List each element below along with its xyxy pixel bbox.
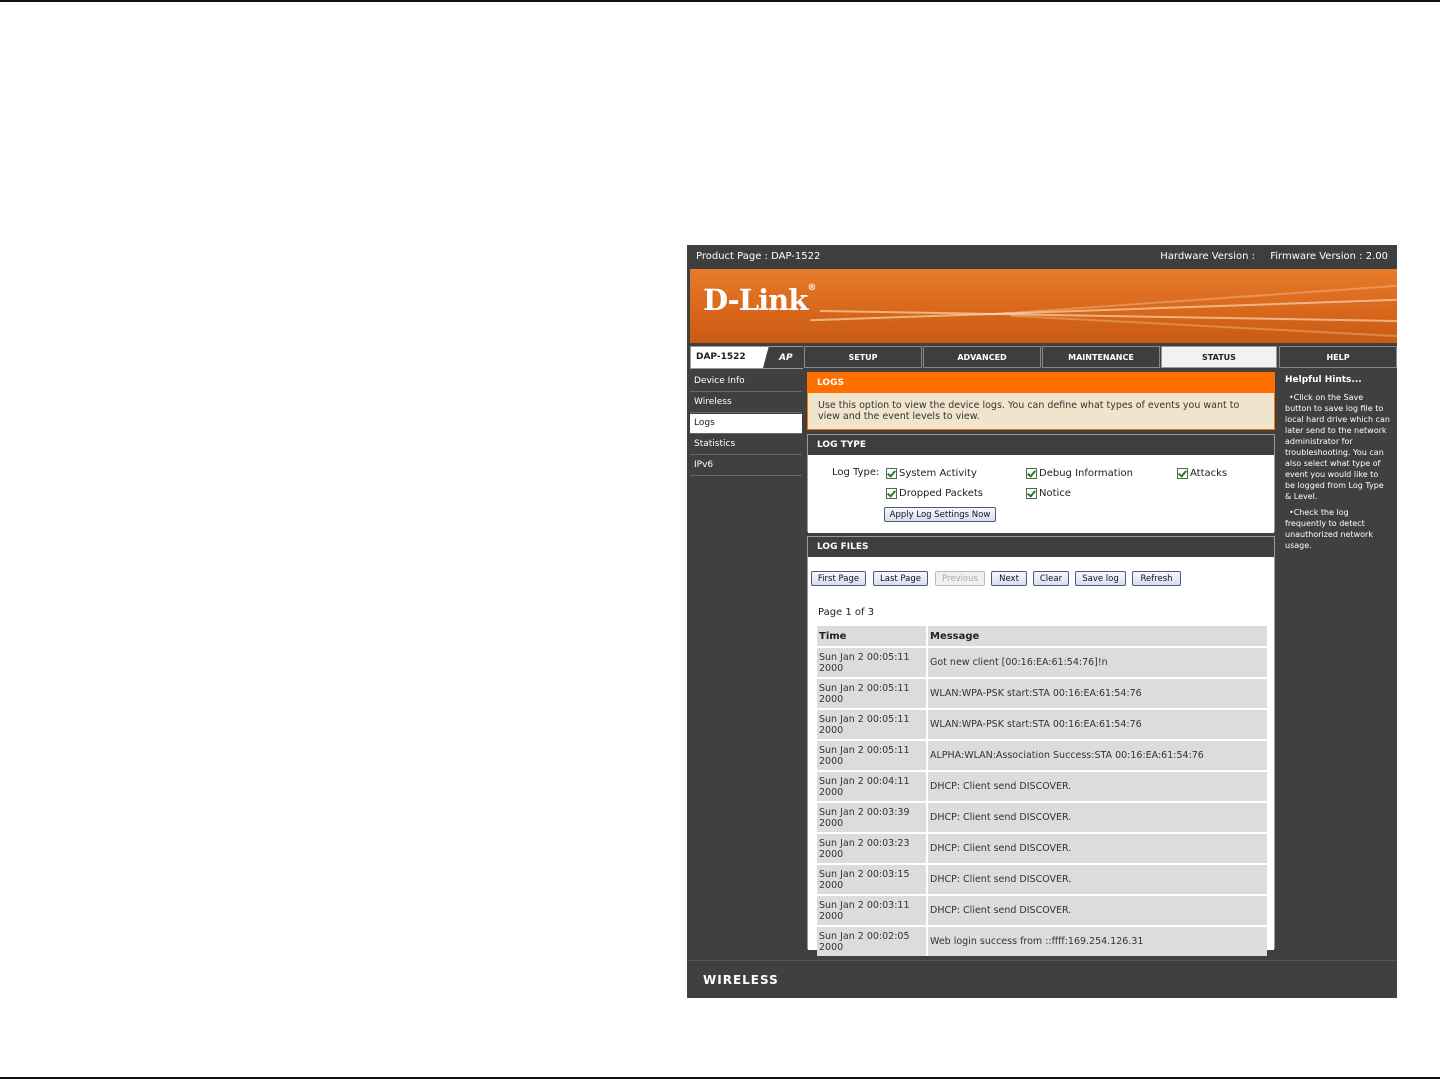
brand-banner: D-Link®: [690, 269, 1397, 343]
previous-button[interactable]: Previous: [935, 571, 985, 586]
checkbox-checked-icon: [886, 488, 897, 499]
log-message: DHCP: Client send DISCOVER.: [928, 865, 1267, 894]
tab-setup[interactable]: SETUP: [804, 346, 922, 368]
main-content: LOGS Use this option to view the device …: [807, 372, 1275, 956]
table-row: Sun Jan 2 00:05:11 2000 Got new client [0…: [817, 648, 1267, 677]
logs-intro-panel: LOGS Use this option to view the device …: [807, 372, 1275, 430]
model-mode: AP: [779, 353, 793, 363]
log-files-panel: LOG FILES First Page Last Page Previous …: [807, 536, 1275, 956]
table-row: Sun Jan 2 00:03:23 2000 DHCP: Client send…: [817, 834, 1267, 863]
table-row: Sun Jan 2 00:02:05 2000 Web login success…: [817, 927, 1267, 956]
log-time: Sun Jan 2 00:03:23 2000: [817, 834, 928, 863]
logs-title: LOGS: [808, 373, 1274, 393]
log-message: Got new client [00:16:EA:61:54:76]!n: [928, 648, 1267, 677]
log-type-panel: LOG TYPE Log Type: System Activity Debug…: [807, 434, 1275, 533]
table-row: Sun Jan 2 00:04:11 2000 DHCP: Client send…: [817, 772, 1267, 801]
hardware-version: Hardware Version :: [1160, 251, 1256, 262]
refresh-button[interactable]: Refresh: [1132, 571, 1181, 586]
log-message: DHCP: Client send DISCOVER.: [928, 803, 1267, 832]
sidebar-item-wireless[interactable]: Wireless: [690, 393, 802, 413]
page-bottom-rule: [0, 1077, 1440, 1079]
log-time: Sun Jan 2 00:03:15 2000: [817, 865, 928, 894]
apply-log-settings-button[interactable]: Apply Log Settings Now: [884, 507, 996, 522]
tab-advanced[interactable]: ADVANCED: [923, 346, 1041, 368]
log-message: DHCP: Client send DISCOVER.: [928, 772, 1267, 801]
wireless-footer-logo: WIRELESS: [703, 973, 779, 987]
log-files-title: LOG FILES: [808, 537, 1274, 557]
log-message: WLAN:WPA-PSK start:STA 00:16:EA:61:54:76: [928, 710, 1267, 739]
notice-checkbox[interactable]: Notice: [1026, 488, 1071, 499]
log-time: Sun Jan 2 00:05:11 2000: [817, 710, 928, 739]
sidebar-item-device-info[interactable]: Device Info: [690, 372, 802, 392]
next-button[interactable]: Next: [991, 571, 1027, 586]
first-page-button[interactable]: First Page: [811, 571, 866, 586]
clear-button[interactable]: Clear: [1033, 571, 1069, 586]
log-time: Sun Jan 2 00:05:11 2000: [817, 741, 928, 770]
tab-help[interactable]: HELP: [1279, 346, 1397, 368]
log-message: WLAN:WPA-PSK start:STA 00:16:EA:61:54:76: [928, 679, 1267, 708]
top-info-bar: Product Page : DAP-1522 Hardware Version…: [687, 245, 1397, 268]
table-row: Sun Jan 2 00:03:15 2000 DHCP: Client send…: [817, 865, 1267, 894]
logs-description: Use this option to view the device logs.…: [818, 400, 1240, 422]
model-badge: DAP-1522 AP: [690, 346, 803, 369]
checkbox-checked-icon: [1026, 488, 1037, 499]
checkbox-checked-icon: [1026, 468, 1037, 479]
log-time: Sun Jan 2 00:03:11 2000: [817, 896, 928, 925]
table-row: Sun Jan 2 00:05:11 2000 WLAN:WPA-PSK star…: [817, 679, 1267, 708]
main-nav: DAP-1522 AP SETUP ADVANCED MAINTENANCE S…: [687, 345, 1397, 369]
column-message: Message: [928, 626, 1267, 646]
log-table: Time Message Sun Jan 2 00:05:11 2000 Got …: [817, 624, 1267, 958]
log-message: DHCP: Client send DISCOVER.: [928, 896, 1267, 925]
log-time: Sun Jan 2 00:05:11 2000: [817, 679, 928, 708]
save-log-button[interactable]: Save log: [1075, 571, 1126, 586]
column-time: Time: [817, 626, 928, 646]
tab-maintenance[interactable]: MAINTENANCE: [1042, 346, 1160, 368]
log-time: Sun Jan 2 00:04:11 2000: [817, 772, 928, 801]
table-row: Sun Jan 2 00:05:11 2000 WLAN:WPA-PSK star…: [817, 710, 1267, 739]
hints-title: Helpful Hints...: [1285, 375, 1362, 385]
table-row: Sun Jan 2 00:03:39 2000 DHCP: Client send…: [817, 803, 1267, 832]
log-time: Sun Jan 2 00:05:11 2000: [817, 648, 928, 677]
log-type-label: Log Type:: [832, 467, 880, 478]
hint-check-log: Check the log frequently to detect unaut…: [1285, 507, 1390, 551]
last-page-button[interactable]: Last Page: [873, 571, 928, 586]
page-top-rule: [0, 0, 1440, 2]
sidebar-item-ipv6[interactable]: IPv6: [690, 456, 802, 476]
helpful-hints-panel: Helpful Hints... Click on the Save butto…: [1281, 372, 1393, 560]
checkbox-checked-icon: [886, 468, 897, 479]
log-time: Sun Jan 2 00:02:05 2000: [817, 927, 928, 956]
table-row: Sun Jan 2 00:05:11 2000 ALPHA:WLAN:Associ…: [817, 741, 1267, 770]
debug-information-checkbox[interactable]: Debug Information: [1026, 468, 1133, 479]
product-page-label: Product Page : DAP-1522: [696, 251, 821, 262]
hint-save-log: Click on the Save button to save log fil…: [1285, 392, 1390, 502]
log-message: ALPHA:WLAN:Association Success:STA 00:16…: [928, 741, 1267, 770]
checkbox-checked-icon: [1177, 468, 1188, 479]
tab-status[interactable]: STATUS: [1161, 346, 1277, 368]
sidebar-item-statistics[interactable]: Statistics: [690, 435, 802, 455]
router-admin-screenshot: Product Page : DAP-1522 Hardware Version…: [687, 245, 1397, 998]
sidebar-item-logs[interactable]: Logs: [690, 414, 802, 434]
sidebar: Device Info Wireless Logs Statistics IPv…: [690, 372, 802, 477]
model-name: DAP-1522: [696, 352, 746, 362]
log-type-title: LOG TYPE: [808, 435, 1274, 455]
attacks-checkbox[interactable]: Attacks: [1177, 468, 1227, 479]
log-table-header: Time Message: [817, 626, 1267, 646]
log-time: Sun Jan 2 00:03:39 2000: [817, 803, 928, 832]
dropped-packets-checkbox[interactable]: Dropped Packets: [886, 488, 983, 499]
footer-bar: WIRELESS: [687, 960, 1397, 998]
dlink-logo: D-Link®: [703, 283, 816, 317]
system-activity-checkbox[interactable]: System Activity: [886, 468, 977, 479]
page-indicator: Page 1 of 3: [818, 607, 875, 618]
version-info: Hardware Version : Firmware Version : 2.…: [1148, 251, 1388, 262]
log-message: Web login success from ::ffff:169.254.12…: [928, 927, 1267, 956]
firmware-version: Firmware Version : 2.00: [1270, 251, 1388, 262]
log-message: DHCP: Client send DISCOVER.: [928, 834, 1267, 863]
table-row: Sun Jan 2 00:03:11 2000 DHCP: Client send…: [817, 896, 1267, 925]
